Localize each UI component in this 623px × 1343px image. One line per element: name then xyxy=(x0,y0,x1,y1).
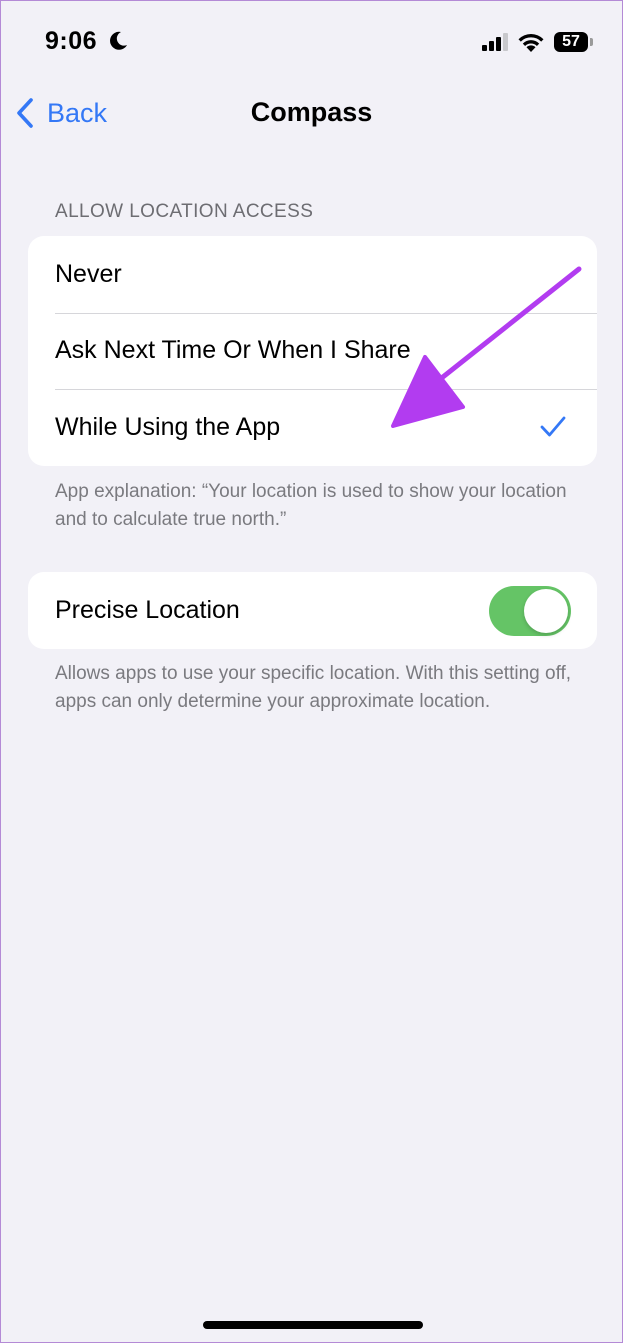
precise-location-label: Precise Location xyxy=(55,596,240,624)
checkmark-icon xyxy=(540,416,566,437)
option-ask-next-time[interactable]: Ask Next Time Or When I Share xyxy=(28,312,597,390)
toggle-knob xyxy=(524,589,568,633)
battery-cap xyxy=(590,38,593,46)
moon-icon xyxy=(110,31,127,50)
status-time: 9:06 xyxy=(45,27,98,55)
precise-location-toggle[interactable] xyxy=(489,586,571,636)
option-while-using-app[interactable]: While Using the App xyxy=(28,389,597,466)
option-label: Never xyxy=(55,259,122,288)
status-bar: 9:06 57 xyxy=(1,1,622,81)
navigation-bar: Back Compass xyxy=(1,81,622,145)
app-explanation-text: App explanation: “Your location is used … xyxy=(55,481,567,530)
battery-icon: 57 xyxy=(554,32,593,52)
option-label: While Using the App xyxy=(55,412,281,441)
location-access-options: Never Ask Next Time Or When I Share Whil… xyxy=(28,236,597,466)
precise-location-description: Allows apps to use your specific locatio… xyxy=(55,663,572,712)
battery-level: 57 xyxy=(554,32,588,52)
section-header-location-access: ALLOW LOCATION ACCESS xyxy=(55,201,314,222)
option-label: Ask Next Time Or When I Share xyxy=(55,336,411,365)
signal-icon xyxy=(482,33,508,51)
precise-location-group: Precise Location xyxy=(28,572,597,649)
option-never[interactable]: Never xyxy=(28,236,597,313)
home-indicator[interactable] xyxy=(203,1321,423,1329)
precise-location-row: Precise Location xyxy=(28,572,597,649)
wifi-icon xyxy=(518,33,544,52)
page-title: Compass xyxy=(250,97,373,127)
